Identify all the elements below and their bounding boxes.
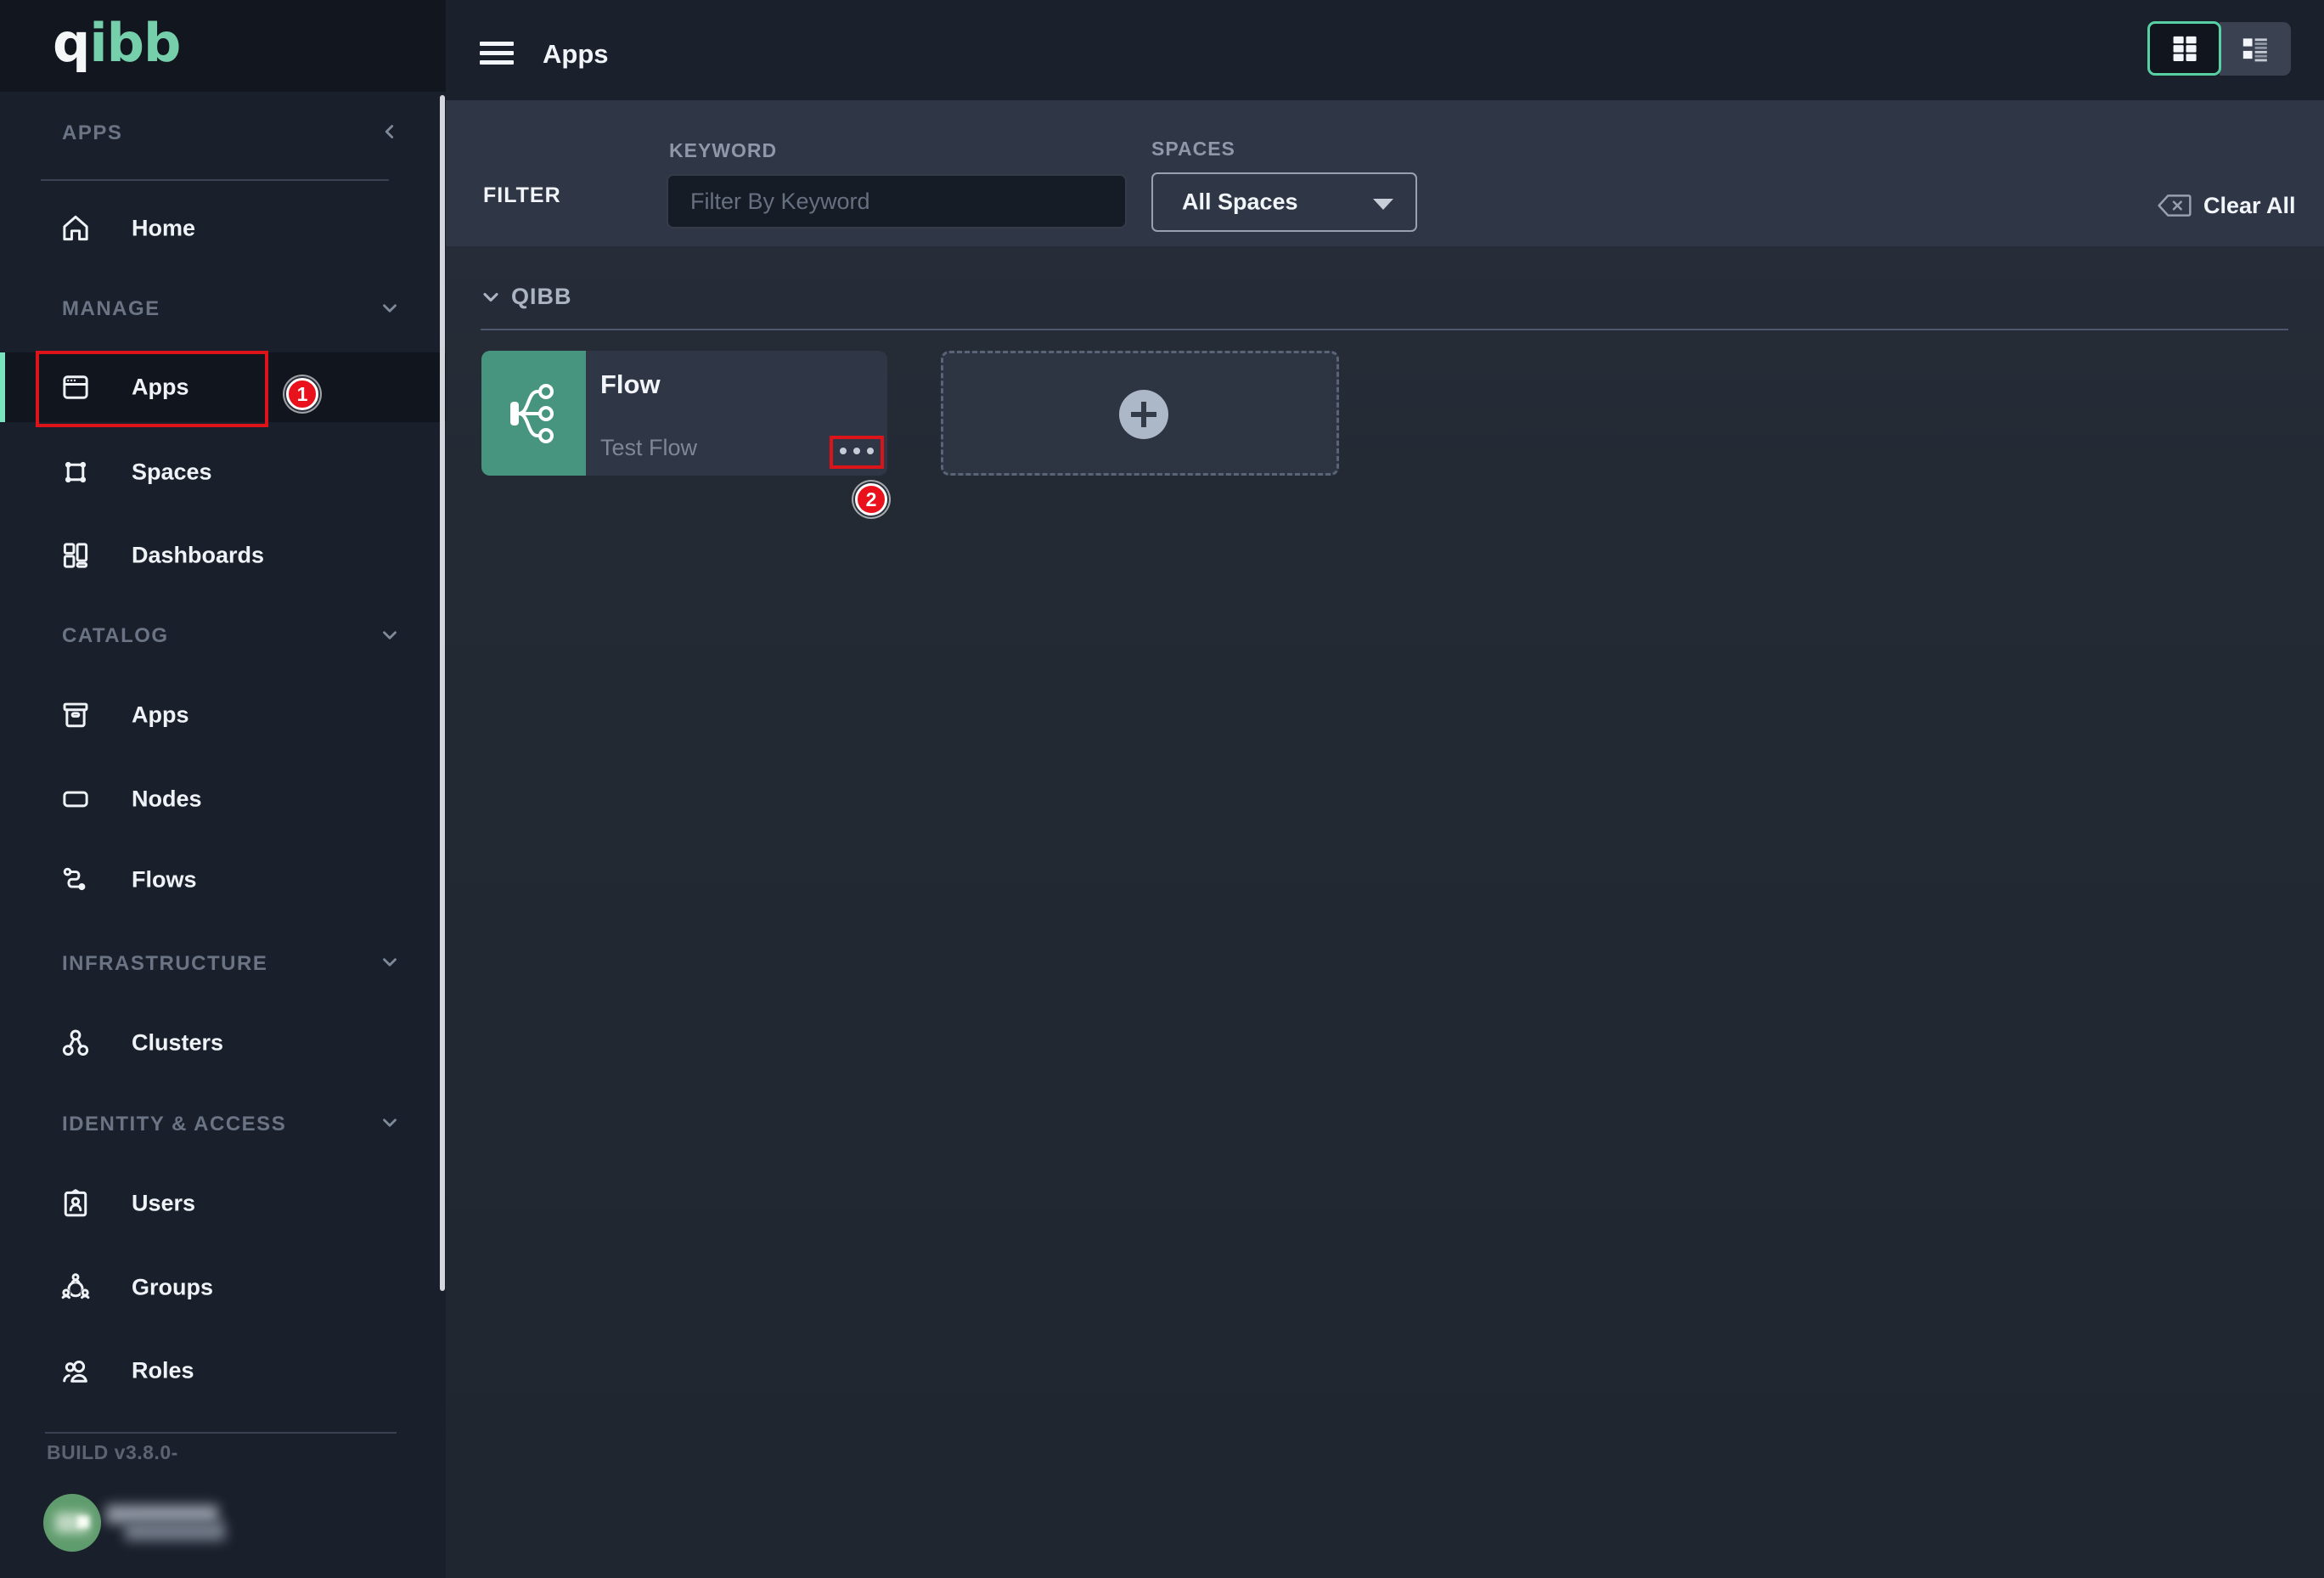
spaces-select[interactable]: All Spaces: [1151, 172, 1417, 232]
sidebar-item-apps-catalog[interactable]: Apps: [0, 680, 446, 750]
user-card-icon: [57, 1185, 94, 1222]
main-content: QIBB Flow Test Flow: [446, 246, 2324, 1578]
app-card-icon-block: [481, 351, 586, 476]
qibb-logo[interactable]: qibb: [53, 12, 180, 74]
username-blur-line: [106, 1505, 218, 1524]
app-card-title: Flow: [600, 369, 661, 400]
sidebar-item-label: Flows: [132, 867, 197, 893]
sidebar-panel-title: APPS: [62, 121, 122, 145]
app-page: qibb APPS Home MANAGE: [0, 0, 2324, 1578]
flow-fanout-icon: [507, 380, 561, 447]
avatar[interactable]: [43, 1494, 101, 1552]
sidebar-item-label: Home: [132, 216, 195, 242]
sidebar-section-infrastructure[interactable]: INFRASTRUCTURE: [62, 952, 267, 976]
sidebar-footer-divider: [45, 1432, 397, 1434]
sidebar-item-label: Clusters: [132, 1030, 223, 1057]
group-icon: [57, 1269, 94, 1306]
chevron-down-icon[interactable]: [379, 1112, 401, 1134]
box-icon: [57, 696, 94, 734]
caret-down-icon: [1373, 199, 1393, 210]
chevron-down-icon: [479, 285, 503, 309]
keyword-field-label: KEYWORD: [669, 139, 777, 162]
sidebar-scrollbar-thumb[interactable]: [440, 95, 445, 1291]
sidebar: qibb APPS Home MANAGE: [0, 0, 446, 1578]
sidebar-item-dashboards[interactable]: Dashboards: [0, 521, 446, 590]
page-title: Apps: [543, 39, 609, 70]
sidebar-item-label: Nodes: [132, 786, 202, 813]
clear-all-button[interactable]: Clear All: [2158, 185, 2324, 226]
sidebar-section-catalog[interactable]: CATALOG: [62, 624, 169, 648]
space-group-header[interactable]: QIBB: [479, 284, 572, 310]
sidebar-item-users[interactable]: Users: [0, 1169, 446, 1238]
dashboard-icon: [57, 537, 94, 574]
hamburger-icon: [480, 60, 514, 65]
username-blur-line: [125, 1522, 225, 1541]
sidebar-item-label: Apps: [132, 702, 189, 729]
sidebar-item-label: Groups: [132, 1275, 213, 1301]
sidebar-item-clusters[interactable]: Clusters: [0, 1008, 446, 1078]
sidebar-divider: [41, 179, 389, 181]
annotation-badge-2: 2: [855, 483, 887, 516]
sidebar-item-home[interactable]: Home: [0, 194, 446, 263]
chevron-down-icon[interactable]: [379, 951, 401, 973]
roles-icon: [57, 1352, 94, 1389]
sidebar-section-manage[interactable]: MANAGE: [62, 297, 160, 321]
app-card-flow[interactable]: Flow Test Flow: [481, 351, 887, 476]
node-icon: [57, 781, 94, 818]
list-view-icon: [2236, 30, 2275, 69]
avatar-blur: [77, 1516, 89, 1528]
spaces-selected-value: All Spaces: [1182, 189, 1298, 216]
sidebar-section-identity[interactable]: IDENTITY & ACCESS: [62, 1113, 286, 1136]
spaces-field-label: SPACES: [1151, 138, 1235, 161]
sidebar-item-label: Roles: [132, 1358, 194, 1384]
chevron-down-icon[interactable]: [379, 624, 401, 646]
hamburger-menu-button[interactable]: [480, 42, 514, 67]
logo-header: qibb: [0, 0, 446, 92]
topbar: Apps: [446, 0, 2324, 100]
sidebar-item-flows[interactable]: Flows: [0, 845, 446, 915]
backspace-icon: [2158, 193, 2192, 218]
keyword-search-input[interactable]: [667, 174, 1127, 228]
route-icon: [57, 861, 94, 899]
hamburger-icon: [480, 42, 514, 46]
hamburger-icon: [480, 51, 514, 55]
sidebar-item-label: Dashboards: [132, 543, 264, 569]
sidebar-item-label: Spaces: [132, 459, 212, 486]
filter-section-label: FILTER: [483, 183, 561, 208]
group-divider: [481, 329, 2288, 330]
logo-ibb: ibb: [89, 12, 180, 74]
chevron-left-icon[interactable]: [379, 121, 401, 143]
chevron-down-icon[interactable]: [379, 297, 401, 319]
crop-icon: [57, 454, 94, 491]
add-app-card[interactable]: [941, 351, 1339, 476]
clear-all-label: Clear All: [2203, 193, 2296, 219]
grid-view-toggle-button[interactable]: [2147, 21, 2221, 76]
sidebar-item-nodes[interactable]: Nodes: [0, 764, 446, 834]
app-card-subtitle: Test Flow: [600, 435, 697, 461]
plus-icon-bar: [1141, 402, 1146, 427]
cluster-icon: [57, 1024, 94, 1062]
sidebar-item-groups[interactable]: Groups: [0, 1253, 446, 1322]
build-version-label: BUILD v3.8.0-: [47, 1441, 178, 1464]
filter-bar: FILTER KEYWORD SPACES All Spaces Clear A…: [446, 100, 2324, 246]
plus-icon: [1119, 390, 1168, 439]
logo-q: q: [53, 12, 89, 74]
sidebar-item-label: Users: [132, 1191, 195, 1217]
sidebar-item-roles[interactable]: Roles: [0, 1336, 446, 1406]
home-icon: [57, 210, 94, 247]
annotation-box-step2: [830, 436, 884, 469]
annotation-box-step1: [36, 351, 268, 427]
sidebar-item-spaces[interactable]: Spaces: [0, 437, 446, 507]
username-redacted[interactable]: [106, 1503, 229, 1544]
list-view-toggle-button[interactable]: [2220, 22, 2291, 76]
selected-accent-bar: [0, 352, 5, 422]
space-group-label: QIBB: [511, 284, 572, 310]
grid-view-icon: [2165, 29, 2204, 68]
annotation-badge-1: 1: [286, 378, 318, 410]
